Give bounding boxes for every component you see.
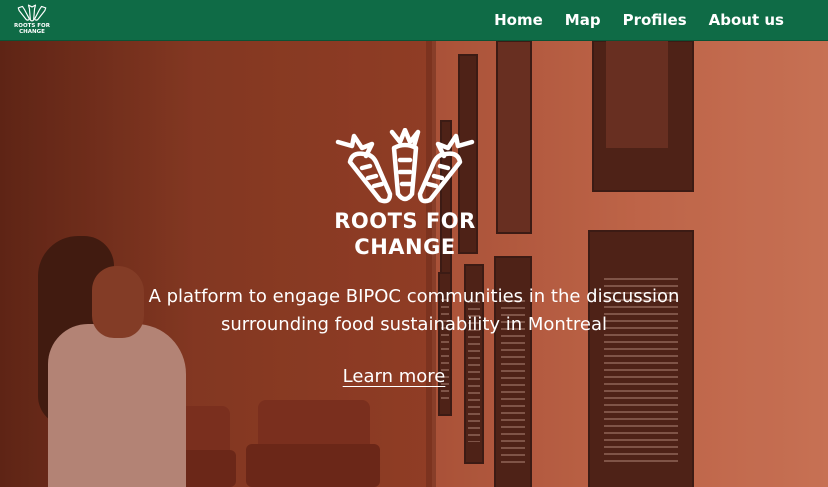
hero-brand-name: ROOTS FOR CHANGE [334,209,476,259]
brand-logo[interactable]: ROOTS FOR CHANGE [12,3,52,37]
navbar: ROOTS FOR CHANGE Home Map Profiles About… [0,0,828,41]
hero-overlay [0,40,828,487]
carrots-logo-icon [17,4,47,22]
brand-name: ROOTS FOR CHANGE [14,23,50,35]
hero-section: ROOTS FOR CHANGE A platform to engage BI… [0,40,828,487]
nav-map[interactable]: Map [565,11,601,29]
nav-profiles[interactable]: Profiles [623,11,687,29]
learn-more-link[interactable]: Learn more [330,366,458,387]
main-nav: Home Map Profiles About us [472,0,784,40]
carrots-logo-icon [335,128,475,204]
nav-about-us[interactable]: About us [709,11,784,29]
nav-home[interactable]: Home [494,11,543,29]
hero-tagline: A platform to engage BIPOC communities i… [148,286,680,335]
